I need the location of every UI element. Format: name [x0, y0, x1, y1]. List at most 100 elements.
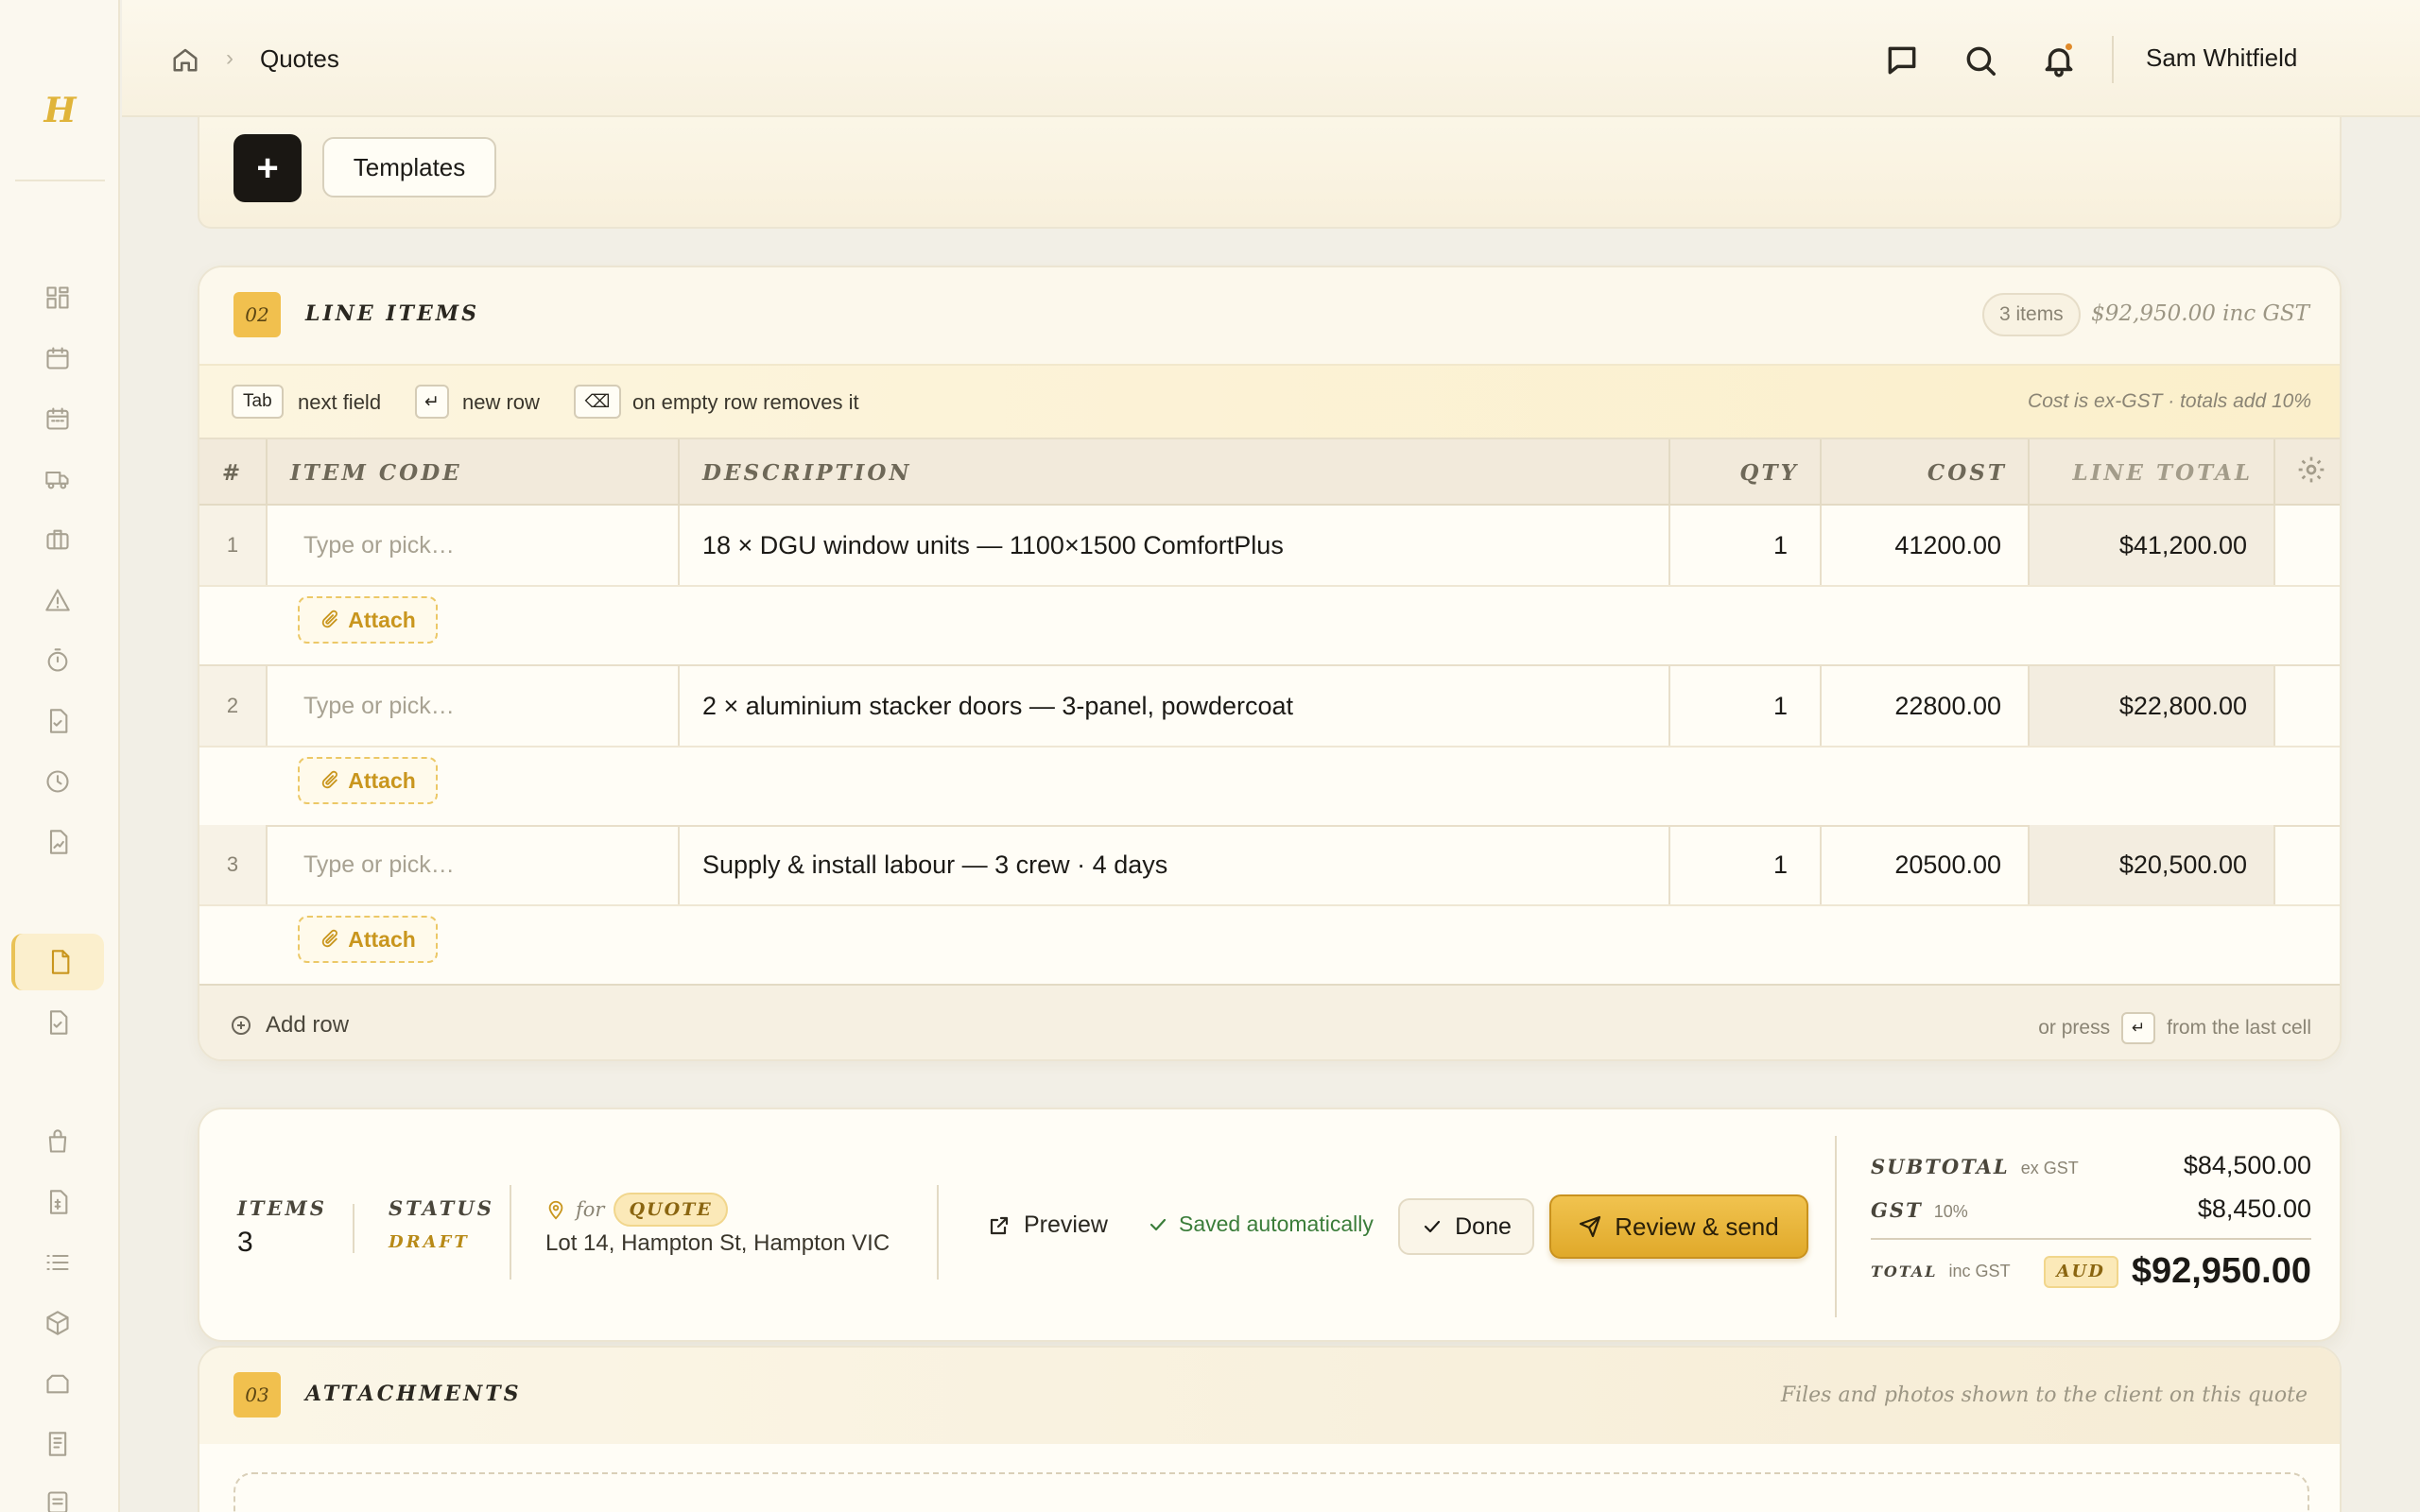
cost-input[interactable]: 20500.00 [1822, 825, 2030, 904]
column-header-qty: QTY [1670, 439, 1822, 506]
attach-button[interactable]: Attach [298, 596, 438, 644]
subtotal-row: SUBTOTAL ex GST $84,500.00 [1871, 1151, 2311, 1180]
description-input[interactable]: Supply & install labour — 3 crew · 4 day… [680, 825, 1670, 904]
bag-icon[interactable] [11, 1113, 104, 1170]
qty-input[interactable]: 1 [1670, 825, 1822, 904]
qty-input[interactable]: 1 [1670, 666, 1822, 746]
checkmark-icon [1425, 1220, 1441, 1233]
column-header-line-total: LINE TOTAL [2030, 439, 2275, 506]
kbd-enter-label: new row [462, 390, 540, 414]
line-total: $20,500.00 [2030, 825, 2275, 904]
calendar-icon[interactable] [11, 330, 104, 387]
messages-icon[interactable] [1881, 40, 1923, 81]
warning-icon[interactable] [11, 572, 104, 628]
dashboard-icon[interactable] [11, 269, 104, 326]
templates-button[interactable]: Templates [322, 137, 496, 198]
preview-label: Preview [1024, 1211, 1108, 1238]
file-dollar-icon[interactable] [11, 1174, 104, 1230]
column-header-num: # [199, 439, 268, 506]
topbar: › Quotes Sam Whitfield SW [122, 0, 2420, 117]
quote-summary-bar: ITEMS 3 STATUS DRAFT for QUOTE Lot 14, H… [198, 1108, 2342, 1342]
section-header: 02 LINE ITEMS 3 items $92,950.00 inc GST [199, 267, 2340, 364]
section-number-badge: 03 [233, 1372, 281, 1418]
client-address[interactable]: Lot 14, Hampton St, Hampton VIC [545, 1230, 890, 1257]
timer-icon[interactable] [11, 632, 104, 689]
file-check-icon[interactable] [11, 693, 104, 749]
quote-type-chip: QUOTE [614, 1193, 728, 1227]
schedule-icon[interactable] [11, 390, 104, 447]
divider [2112, 36, 2114, 83]
currency-badge: AUD [2043, 1255, 2118, 1288]
saved-status: Saved automatically [1147, 1211, 1374, 1237]
row-attachments: Attach [199, 906, 2340, 986]
attach-button[interactable]: Attach [298, 757, 438, 804]
row-attachments: Attach [199, 587, 2340, 666]
kbd-backspace-label: on empty row removes it [632, 390, 859, 414]
done-button[interactable]: Done [1398, 1198, 1534, 1255]
home-icon[interactable] [171, 45, 199, 74]
box-icon[interactable] [11, 1295, 104, 1351]
client-for-row: for QUOTE [545, 1193, 728, 1227]
column-header-cost: COST [1822, 439, 2030, 506]
add-row-label: Add row [266, 1012, 350, 1038]
items-count-badge: 3 items [1982, 293, 2081, 336]
gst-value: $8,450.00 [2197, 1194, 2311, 1223]
truck-icon[interactable] [11, 451, 104, 507]
user-name[interactable]: Sam Whitfield [2146, 43, 2297, 73]
item-code-input[interactable]: Type or pick… [268, 666, 680, 746]
briefcase-icon[interactable] [11, 511, 104, 568]
kbd-enter-key: ↵ [415, 385, 449, 419]
kbd-tab-key: Tab [232, 385, 284, 419]
subtotal-value: $84,500.00 [2183, 1151, 2311, 1179]
table-row: 1 Type or pick… 18 × DGU window units — … [199, 506, 2340, 587]
section-header: 03 ATTACHMENTS Files and photos shown to… [199, 1348, 2340, 1444]
subtotal-sub: ex GST [2020, 1159, 2079, 1177]
table-row: 2 Type or pick… 2 × aluminium stacker do… [199, 666, 2340, 747]
description-input[interactable]: 18 × DGU window units — 1100×1500 Comfor… [680, 506, 1670, 585]
notifications-bell-icon[interactable] [2038, 40, 2080, 81]
folder-icon[interactable] [11, 1355, 104, 1412]
clock-icon[interactable] [11, 753, 104, 810]
invoice-icon[interactable] [11, 994, 104, 1051]
attach-button[interactable]: Attach [298, 916, 438, 963]
send-label: Review & send [1615, 1211, 1779, 1241]
external-link-icon [990, 1216, 1009, 1234]
line-items-section: 02 LINE ITEMS 3 items $92,950.00 inc GST… [198, 266, 2342, 1061]
attach-label: Attach [348, 607, 416, 632]
quote-document-icon[interactable] [11, 934, 104, 990]
attachments-dropzone[interactable] [233, 1472, 2309, 1512]
review-and-send-button[interactable]: Review & send [1549, 1194, 1808, 1259]
item-code-input[interactable]: Type or pick… [268, 506, 680, 585]
cost-input[interactable]: 22800.00 [1822, 666, 2030, 746]
notification-dot [2064, 42, 2074, 52]
file-chart-icon[interactable] [11, 814, 104, 870]
report-icon[interactable] [11, 1474, 104, 1512]
app-logo[interactable]: H [0, 91, 120, 130]
search-icon[interactable] [1960, 40, 2001, 81]
paperclip-icon [321, 929, 338, 948]
total-sub: inc GST [1948, 1262, 2011, 1280]
divider [1835, 1136, 1837, 1317]
qty-input[interactable]: 1 [1670, 506, 1822, 585]
add-row-bar: Add row or press ↵ from the last cell [199, 984, 2340, 1059]
divider [15, 180, 105, 181]
line-total: $22,800.00 [2030, 666, 2275, 746]
checkmark-icon [1150, 1218, 1167, 1230]
add-row-button[interactable]: Add row [230, 1012, 349, 1039]
description-input[interactable]: 2 × aluminium stacker doors — 3-panel, p… [680, 666, 1670, 746]
receipt-icon[interactable] [11, 1416, 104, 1472]
list-icon[interactable] [11, 1234, 104, 1291]
breadcrumb-current-page[interactable]: Quotes [260, 44, 339, 74]
divider [353, 1204, 354, 1253]
cost-input[interactable]: 41200.00 [1822, 506, 2030, 585]
location-pin-icon [548, 1200, 563, 1220]
add-button[interactable]: + [233, 134, 302, 202]
row-number: 1 [199, 506, 268, 585]
cost-note: Cost is ex-GST · totals add 10% [2028, 390, 2311, 412]
column-settings-gear-icon[interactable] [2296, 455, 2330, 489]
preview-button[interactable]: Preview [988, 1211, 1108, 1239]
item-code-input[interactable]: Type or pick… [268, 825, 680, 904]
section-title: LINE ITEMS [305, 301, 479, 326]
kbd-backspace-key: ⌫ [574, 385, 621, 419]
gst-row: GST 10% $8,450.00 [1871, 1194, 2311, 1224]
